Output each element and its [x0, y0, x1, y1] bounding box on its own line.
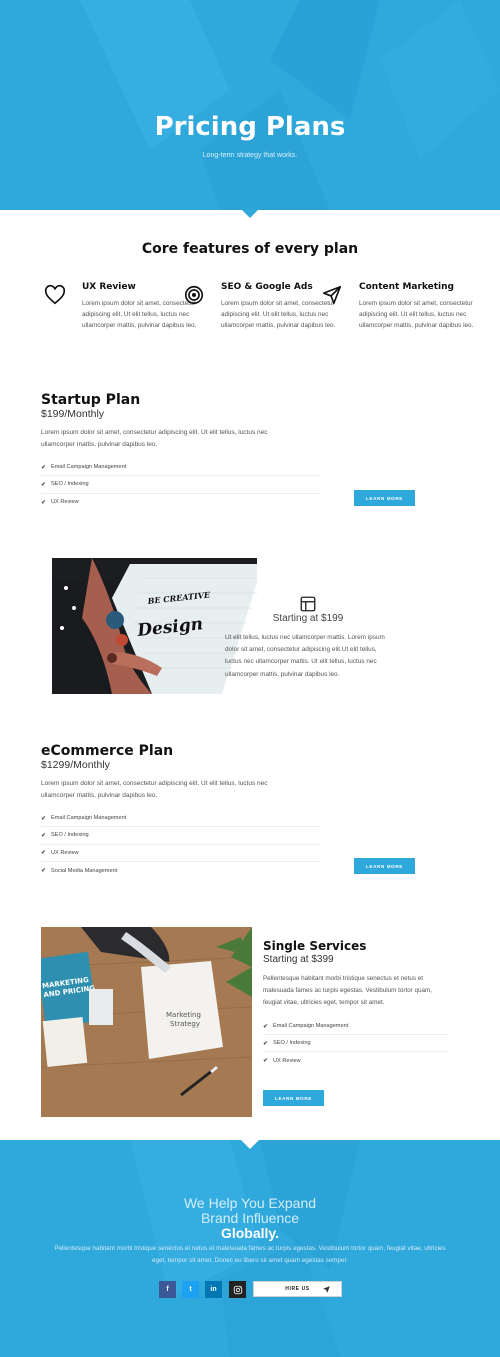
facebook-icon[interactable]: f	[159, 1281, 176, 1298]
send-icon	[322, 285, 342, 305]
feature-content-marketing: Content Marketing Lorem ipsum dolor sit …	[322, 282, 489, 331]
list-item: ✔ Social Media Management	[41, 867, 118, 875]
image-lettering-strategy: Marketing	[166, 1011, 201, 1019]
instagram-icon[interactable]	[229, 1281, 246, 1298]
footer-text: Pellentesque habitant morbi tristique se…	[54, 1245, 446, 1264]
ecommerce-plan-title: eCommerce Plan	[41, 743, 174, 759]
list-item: ✔ UX Review	[41, 845, 321, 862]
heart-icon	[44, 284, 66, 305]
check-icon: ✔	[41, 832, 47, 839]
list-item: ✔ Email Campaign Management	[41, 810, 321, 828]
linkedin-icon[interactable]: in	[205, 1281, 222, 1298]
send-icon	[323, 1286, 330, 1293]
list-item: ✔ Email Campaign Management	[263, 1018, 449, 1035]
svg-text:Strategy: Strategy	[170, 1020, 200, 1028]
check-icon: ✔	[41, 868, 47, 875]
feature-title: Content Marketing	[359, 282, 454, 292]
footer-heading-line3: Globally.	[220, 1225, 280, 1241]
starting-price-title: Starting at $199	[272, 613, 344, 624]
page-subtitle: Long-term strategy that works.	[202, 152, 298, 159]
check-icon: ✔	[263, 1058, 269, 1064]
hire-us-label: HIRE US	[285, 1286, 310, 1292]
ecommerce-learn-more-button[interactable]: LEARN MORE	[354, 858, 415, 874]
list-item: ✔ SEO / Indexing	[263, 1035, 449, 1052]
target-icon	[184, 285, 204, 305]
marketing-strategy-photo: MARKETING AND PRICING Marketing Strategy	[41, 927, 252, 1117]
check-icon: ✔	[41, 464, 47, 471]
list-item: ✔ SEO / Indexing	[41, 827, 321, 845]
startup-feature-list: ✔ Email Campaign Management ✔ SEO / Indexi…	[41, 459, 321, 511]
check-icon: ✔	[41, 815, 47, 822]
footer-heading-line2: Brand Influence	[200, 1210, 300, 1226]
check-icon: ✔	[41, 850, 47, 857]
check-icon: ✔	[263, 1023, 269, 1030]
layout-icon	[300, 596, 316, 612]
startup-learn-more-button[interactable]: LEARN MORE	[354, 490, 415, 506]
footer-heading-line1: We Help You Expand	[183, 1195, 317, 1211]
ecommerce-feature-list: ✔ Email Campaign Management ✔ SEO / Indexi…	[41, 810, 321, 879]
check-icon: ✔	[41, 499, 47, 506]
ecommerce-plan-price: $1299/Monthly	[41, 759, 110, 771]
list-item: ✔ Email Campaign Management	[41, 459, 321, 477]
check-icon: ✔	[263, 1040, 269, 1047]
hero-section: Pricing Plans Long-term strategy that wo…	[0, 0, 500, 210]
check-icon: ✔	[41, 481, 47, 488]
list-item: ✔ UX Review	[41, 499, 79, 506]
page-title: Pricing Plans	[154, 112, 346, 142]
feature-text: Lorem ipsum dolor sit amet, consectetur …	[359, 300, 474, 329]
single-services-price: Starting at $399	[263, 954, 334, 965]
footer-notch	[241, 1140, 259, 1149]
hero-background-shapes	[80, 0, 500, 210]
single-services-title: Single Services	[263, 939, 367, 953]
hire-us-button[interactable]: HIRE US	[253, 1281, 342, 1297]
list-item: ✔ UX Review	[263, 1057, 301, 1065]
hero-notch	[241, 209, 259, 218]
core-features-title: Core features of every plan	[141, 241, 359, 257]
list-item: ✔ SEO / Indexing	[41, 476, 321, 494]
startup-plan-title: Startup Plan	[41, 392, 141, 408]
startup-plan-description: Lorem ipsum dolor sit amet, consectetur …	[41, 429, 268, 448]
starting-price-text: Ut elit tellus, luctus nec ullamcorper m…	[225, 634, 385, 678]
twitter-icon[interactable]: t	[182, 1281, 199, 1298]
single-learn-more-button[interactable]: LEARN MORE	[263, 1090, 324, 1106]
single-services-feature-list: ✔ Email Campaign Management ✔ SEO / Indexi…	[263, 1018, 449, 1069]
startup-plan-price: $199/Monthly	[41, 408, 105, 420]
ecommerce-plan-description: Lorem ipsum dolor sit amet, consectetur …	[41, 780, 268, 799]
single-services-description: Pellentesque habitant morbi tristique se…	[263, 975, 433, 1006]
